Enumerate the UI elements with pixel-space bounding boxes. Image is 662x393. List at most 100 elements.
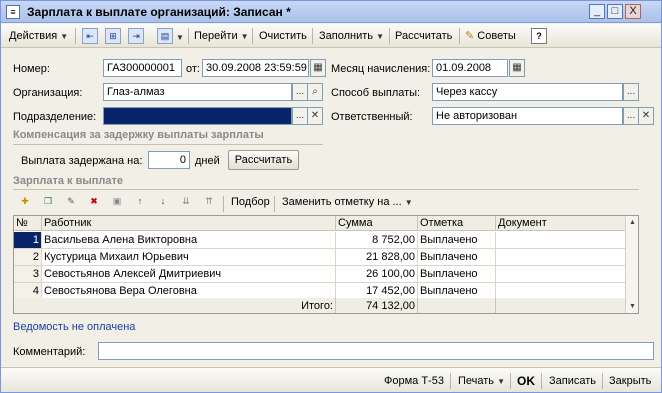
amount-cell[interactable]: 8 752,00 [336,232,418,249]
ok-button[interactable]: OK [517,373,535,389]
chevron-down-icon: ▼ [376,32,384,41]
selection-button[interactable]: Подбор [231,196,270,208]
division-label: Подразделение: [13,111,97,123]
chevron-down-icon: ▼ [497,377,506,386]
delay-days-field[interactable]: 0 [148,151,190,169]
calendar-icon[interactable]: ▦ [509,59,525,77]
column-header-document[interactable]: Документ [496,216,626,231]
toolbar-separator [312,28,313,44]
comment-field[interactable] [98,342,654,360]
enter-arrow-icon[interactable]: ⇥ [128,28,144,44]
mark-cell[interactable]: Выплачено [418,266,496,283]
mark-cell[interactable]: Выплачено [418,249,496,266]
column-header-number[interactable]: № [14,216,42,231]
select-ellipsis-icon[interactable]: ... [623,83,639,101]
column-header-mark[interactable]: Отметка [418,216,496,231]
clear-icon[interactable]: ✕ [638,107,654,125]
calendar-icon[interactable]: ▦ [310,59,326,77]
statement-status-link[interactable]: Ведомость не оплачена [13,321,135,333]
employee-cell[interactable]: Севостьянов Алексей Дмитриевич [42,266,336,283]
column-header-amount[interactable]: Сумма [336,216,418,231]
chevron-down-icon: ▼ [60,32,69,41]
search-icon[interactable]: ⌕ [307,83,323,101]
amount-cell[interactable]: 21 828,00 [336,249,418,266]
pencil-icon: ✎ [465,30,475,42]
back-arrow-icon[interactable]: ⇤ [82,28,98,44]
edit-row-icon[interactable]: ✎ [63,194,79,210]
payment-method-label: Способ выплаты: [331,87,421,99]
move-up-icon[interactable]: ↑ [132,194,148,210]
structure-icon[interactable]: ⊞ [105,28,121,44]
table-row[interactable]: 2 Кустурица Михаил Юрьевич 21 828,00 Вып… [14,249,626,266]
employee-cell[interactable]: Кустурица Михаил Юрьевич [42,249,336,266]
minimize-button[interactable]: _ [589,4,605,19]
row-number: 2 [14,249,42,266]
close-button[interactable]: Закрыть [609,373,651,389]
document-icon: ≡ [6,5,20,19]
date-label: от: [186,63,200,75]
totals-row: Итого: 74 132,00 [14,298,626,313]
toolbar-separator [274,196,275,212]
replace-mark-menu[interactable]: Заменить отметку на ... ▼ [282,196,413,208]
scroll-down-icon[interactable]: ▼ [627,301,638,312]
document-cell[interactable] [496,266,626,283]
related-docs-icon[interactable]: ▤ [157,28,173,44]
document-cell[interactable] [496,249,626,266]
form-t53-button[interactable]: Форма Т-53 [384,373,444,389]
help-icon[interactable]: ? [531,28,547,44]
payment-method-field[interactable]: Через кассу [432,83,623,101]
compensation-calculate-button[interactable]: Рассчитать [228,150,299,170]
select-ellipsis-icon[interactable]: ... [292,83,308,101]
organization-field[interactable]: Глаз-алмаз [103,83,292,101]
payroll-section-title: Зарплата к выплате [13,175,124,187]
table-row[interactable]: 3 Севостьянов Алексей Дмитриевич 26 100,… [14,266,626,283]
compensation-section-title: Компенсация за задержку выплаты зарплаты [13,129,264,141]
add-row-icon[interactable]: ✚ [17,194,33,210]
toolbar-separator [223,196,224,212]
print-menu[interactable]: Печать ▼ [458,373,505,390]
table-scrollbar[interactable]: ▲ ▼ [625,216,638,313]
responsible-label: Ответственный: [331,111,413,123]
table-row[interactable]: 1 Васильева Алена Викторовна 8 752,00 Вы… [14,232,626,249]
save-button[interactable]: Записать [549,373,596,389]
goto-menu[interactable]: Перейти ▼ [194,28,249,44]
print-label: Печать [458,375,495,387]
tips-button[interactable]: ✎ Советы [465,28,516,44]
employee-cell[interactable]: Васильева Алена Викторовна [42,232,336,249]
month-field[interactable]: 01.09.2008 [432,59,508,77]
select-ellipsis-icon[interactable]: ... [292,107,308,125]
sort-desc-icon[interactable]: ⇈ [201,194,217,210]
move-down-icon[interactable]: ↓ [155,194,171,210]
select-ellipsis-icon[interactable]: ... [623,107,639,125]
chevron-down-icon: ▼ [240,32,249,41]
chevron-down-icon: ▼ [404,198,413,207]
month-label: Месяц начисления: [331,63,431,75]
mark-cell[interactable]: Выплачено [418,232,496,249]
actions-label: Действия [9,30,58,42]
actions-menu[interactable]: Действия ▼ [9,28,68,44]
total-label: Итого: [14,298,336,313]
document-cell[interactable] [496,232,626,249]
responsible-field[interactable]: Не авторизован [432,107,623,125]
close-window-button[interactable]: X [625,4,641,19]
end-edit-icon[interactable]: ▣ [109,194,125,210]
total-amount: 74 132,00 [336,298,418,313]
row-number: 1 [14,232,42,249]
delay-label: Выплата задержана на: [21,155,143,167]
calculate-button[interactable]: Рассчитать [395,28,452,44]
amount-cell[interactable]: 26 100,00 [336,266,418,283]
clear-button[interactable]: Очистить [259,28,307,44]
chevron-down-icon[interactable]: ▼ [176,30,184,46]
maximize-button[interactable]: □ [607,4,623,19]
fill-menu[interactable]: Заполнить ▼ [319,28,384,44]
delete-row-icon[interactable]: ✖ [86,194,102,210]
division-field[interactable] [103,107,292,125]
date-field[interactable]: 30.09.2008 23:59:59 [202,59,309,77]
clear-icon[interactable]: ✕ [307,107,323,125]
days-label: дней [195,155,220,167]
column-header-employee[interactable]: Работник [42,216,336,231]
sort-asc-icon[interactable]: ⇊ [178,194,194,210]
number-field[interactable]: ГАЗ00000001 [103,59,182,77]
copy-row-icon[interactable]: ❐ [40,194,56,210]
scroll-up-icon[interactable]: ▲ [627,217,638,228]
